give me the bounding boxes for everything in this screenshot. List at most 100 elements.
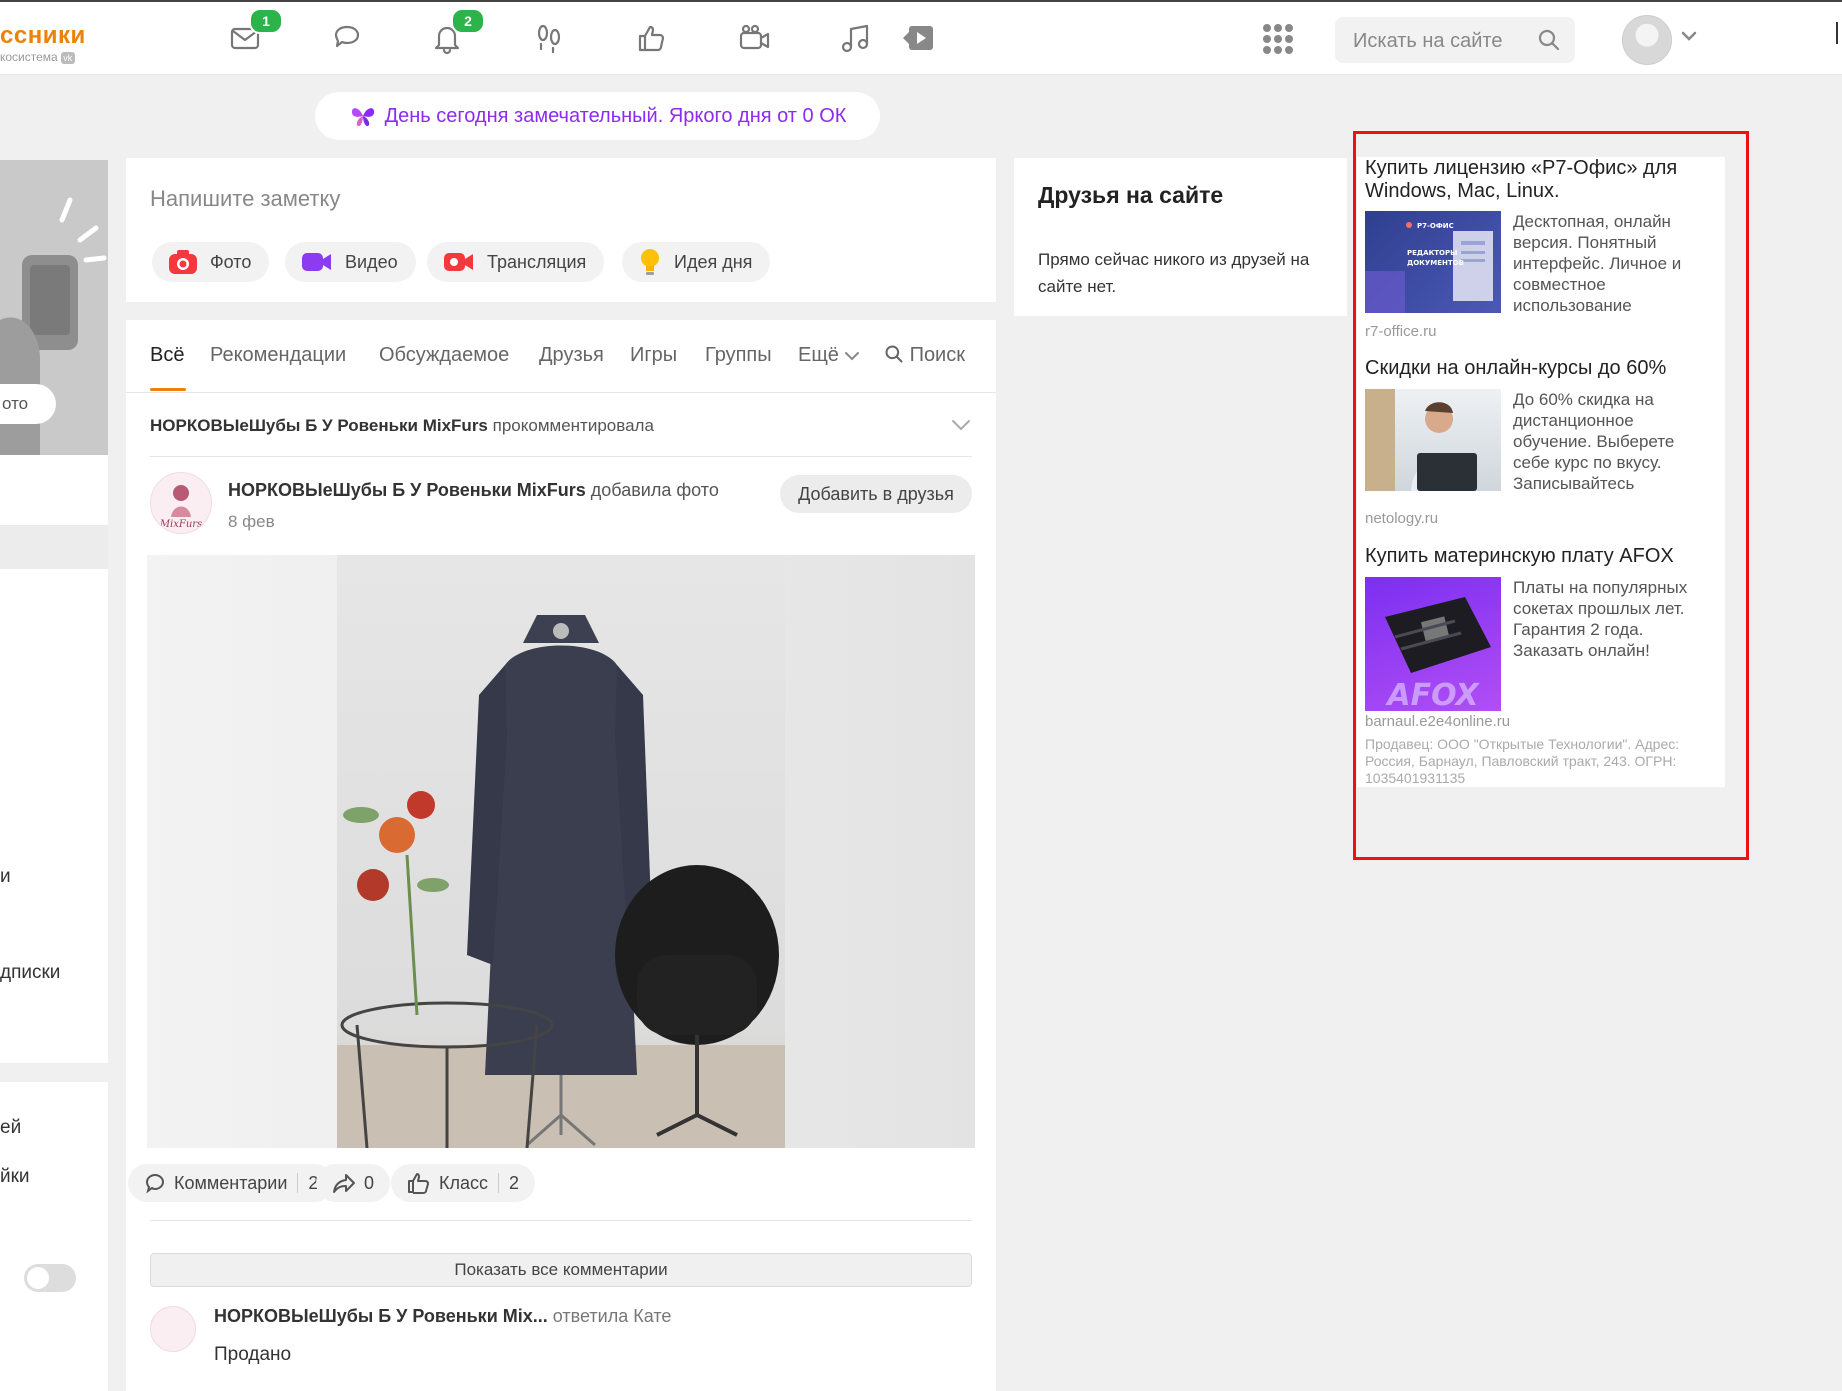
comment-author-name[interactable]: НОРКОВЫеШубы Б У Ровеньки Mix... xyxy=(214,1306,548,1326)
broadcast-icon xyxy=(444,253,473,271)
divider xyxy=(150,1220,972,1221)
messages-badge: 1 xyxy=(249,8,283,34)
share-arrow-icon xyxy=(333,1174,355,1193)
svg-text:РЕДАКТОРЫ: РЕДАКТОРЫ xyxy=(1407,249,1457,257)
ad-description[interactable]: Десктопная, онлайн версия. Понятный инте… xyxy=(1513,211,1713,316)
ad-image-netology[interactable] xyxy=(1365,389,1501,491)
speech-bubbles-icon xyxy=(334,25,360,48)
user-avatar[interactable] xyxy=(1622,15,1672,65)
post-date[interactable]: 8 фев xyxy=(228,512,275,532)
left-toggle-switch[interactable] xyxy=(24,1264,76,1292)
left-menu-selected-item[interactable] xyxy=(0,525,108,569)
left-settings-item[interactable]: йки xyxy=(0,1166,30,1188)
tab-more-label: Ещё xyxy=(798,344,839,366)
nav-notifications[interactable]: 2 xyxy=(429,8,485,56)
tab-groups[interactable]: Группы xyxy=(705,344,772,367)
logo[interactable]: ссники xyxy=(0,22,86,50)
nav-music[interactable] xyxy=(838,20,874,56)
tab-games[interactable]: Игры xyxy=(630,344,677,367)
apps-grid-icon[interactable] xyxy=(1263,24,1293,54)
video-camera-icon xyxy=(302,253,331,271)
tab-discussed[interactable]: Обсуждаемое xyxy=(379,344,509,367)
search-input[interactable] xyxy=(1351,17,1535,65)
ad-title[interactable]: Купить материнскую плату AFOX xyxy=(1365,545,1715,568)
chevron-down-icon[interactable] xyxy=(950,418,972,432)
search-icon[interactable] xyxy=(1537,28,1561,52)
man-with-laptop-photo xyxy=(1365,389,1477,491)
left-settings-item[interactable]: ей xyxy=(0,1117,21,1139)
nav-discussions[interactable] xyxy=(329,20,365,56)
photo-content xyxy=(337,555,785,1148)
tab-search[interactable]: Поиск xyxy=(884,344,965,367)
ad-image-r7[interactable]: Р7-ОФИС РЕДАКТОРЫ ДОКУМЕНТОВ xyxy=(1365,211,1501,313)
ad-domain[interactable]: netology.ru xyxy=(1365,510,1438,527)
vk-logo-icon: vk xyxy=(60,51,75,64)
ads-block: Купить лицензию «Р7-Офис» для Windows, M… xyxy=(1357,157,1725,787)
svg-text:MixFurs: MixFurs xyxy=(159,519,202,530)
left-menu-item-subscriptions[interactable]: дписки xyxy=(0,962,60,984)
ad-description[interactable]: До 60% скидка на дистанционное обучение.… xyxy=(1513,389,1713,494)
notice-action: прокомментировала xyxy=(492,416,654,435)
chevron-down-icon xyxy=(845,352,860,361)
greeting-banner[interactable]: День сегодня замечательный. Яркого дня о… xyxy=(315,92,880,140)
tab-more[interactable]: Ещё xyxy=(798,344,860,367)
nav-play[interactable] xyxy=(900,20,936,56)
left-menu-item[interactable]: и xyxy=(0,866,11,888)
ad-title[interactable]: Скидки на онлайн-курсы до 60% xyxy=(1365,357,1715,380)
site-search[interactable] xyxy=(1335,17,1575,65)
add-photo-button[interactable]: ото xyxy=(0,384,56,424)
ad-domain[interactable]: r7-office.ru xyxy=(1365,323,1436,340)
nav-video[interactable] xyxy=(736,20,772,56)
comment-text: Продано xyxy=(214,1344,292,1365)
ad-domain[interactable]: barnaul.e2e4online.ru xyxy=(1365,713,1510,730)
idea-chip-button[interactable]: Идея дня xyxy=(622,242,771,282)
photo-chip-button[interactable]: Фото xyxy=(152,242,270,282)
ad-seller-info: Продавец: ООО "Открытые Технологии". Адр… xyxy=(1365,736,1680,786)
nav-messages[interactable]: 1 xyxy=(227,8,283,56)
ad-description[interactable]: Платы на популярных сокетах прошлых лет.… xyxy=(1513,577,1713,661)
svg-text:ДОКУМЕНТОВ: ДОКУМЕНТОВ xyxy=(1407,259,1464,267)
tab-all[interactable]: Всё xyxy=(150,344,184,367)
svg-text:Р7-ОФИС: Р7-ОФИС xyxy=(1417,222,1454,230)
comment-header: НОРКОВЫеШубы Б У Ровеньки Mix... ответил… xyxy=(214,1306,671,1327)
add-friend-button[interactable]: Добавить в друзья xyxy=(780,475,972,513)
feed-tabs: Всё Рекомендации Обсуждаемое Друзья Игры… xyxy=(126,320,996,393)
search-icon xyxy=(885,345,903,363)
photo-chip-label: Фото xyxy=(210,251,252,272)
post-photo[interactable] xyxy=(147,555,975,1148)
greeting-text: День сегодня замечательный. Яркого дня о… xyxy=(384,104,847,127)
logo-subtitle: косистема vk xyxy=(0,50,75,64)
divider xyxy=(150,456,972,457)
like-button[interactable]: Класс 2 xyxy=(391,1164,536,1202)
like-label: Класс xyxy=(439,1172,488,1193)
video-chip-button[interactable]: Видео xyxy=(285,242,416,282)
friends-online-title[interactable]: Друзья на сайте xyxy=(1038,182,1223,209)
broadcast-chip-button[interactable]: Трансляция xyxy=(427,242,605,282)
nav-guests[interactable] xyxy=(531,20,567,56)
nav-events[interactable] xyxy=(633,20,669,56)
post-header: НОРКОВЫеШубы Б У Ровеньки MixFurs добави… xyxy=(228,480,719,501)
note-composer: Напишите заметку Фото Видео Трансляция И… xyxy=(126,158,996,302)
comments-button[interactable]: Комментарии 2 xyxy=(128,1164,335,1202)
camera-icon xyxy=(169,250,197,274)
comment-author-avatar[interactable] xyxy=(150,1306,196,1352)
note-placeholder[interactable]: Напишите заметку xyxy=(150,186,340,212)
ad-title[interactable]: Купить лицензию «Р7-Офис» для Windows, M… xyxy=(1365,157,1715,203)
ad-image-afox[interactable]: AFOX xyxy=(1365,577,1501,711)
post-author-name[interactable]: НОРКОВЫеШубы Б У Ровеньки MixFurs xyxy=(228,480,586,500)
chevron-down-icon[interactable] xyxy=(1680,30,1698,42)
tab-friends[interactable]: Друзья xyxy=(539,344,604,367)
post-author-avatar[interactable]: MixFurs xyxy=(150,472,212,534)
active-tab-indicator xyxy=(150,388,186,391)
lightbulb-icon xyxy=(641,249,659,275)
motherboard-photo: AFOX xyxy=(1385,597,1491,711)
tab-recommendations[interactable]: Рекомендации xyxy=(210,344,346,367)
fur-coat-photo xyxy=(337,615,785,1148)
notice-author[interactable]: НОРКОВЫеШубы Б У Ровеньки MixFurs xyxy=(150,416,488,435)
idea-chip-label: Идея дня xyxy=(674,251,753,272)
video-chip-label: Видео xyxy=(345,251,398,272)
tab-search-label: Поиск xyxy=(909,344,965,366)
share-button[interactable]: 0 xyxy=(316,1164,391,1202)
mixfurs-logo: MixFurs xyxy=(159,485,202,530)
show-all-comments-button[interactable]: Показать все комментарии xyxy=(150,1253,972,1287)
